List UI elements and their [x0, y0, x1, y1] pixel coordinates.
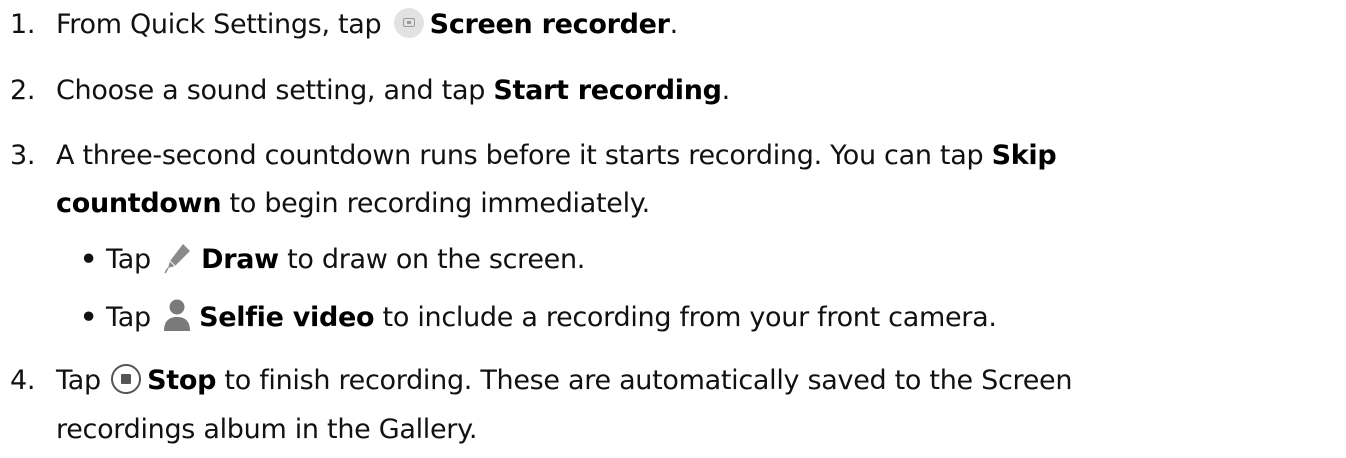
step-4-number: 4.	[10, 365, 36, 396]
step-2-text-after: .	[721, 75, 731, 106]
start-recording-label: Start recording	[493, 75, 722, 106]
bullet-selfie-after: to include a recording from your front c…	[374, 302, 997, 333]
pen-icon	[163, 241, 193, 275]
step-4-text-before: Tap	[56, 365, 110, 396]
step-3-number: 3.	[10, 140, 36, 171]
step-4-text-after: to finish recording. These are automatic…	[216, 365, 1073, 396]
step-3-text-after: to begin recording immediately.	[221, 188, 651, 219]
step-1-text: From Quick Settings, tap Screen recorder…	[56, 7, 678, 43]
bullet-marker: •	[80, 244, 97, 275]
skip-countdown-label-part-2: countdown	[56, 188, 222, 219]
step-1-number: 1.	[10, 9, 36, 40]
stop-icon	[111, 363, 142, 394]
bullet-draw-after: to draw on the screen.	[278, 244, 586, 275]
bullet-selfie-before: Tap	[106, 302, 160, 333]
skip-countdown-label-part-1: Skip	[991, 140, 1057, 171]
step-2-number: 2.	[10, 75, 36, 106]
step-2-text-before: Choose a sound setting, and tap	[56, 75, 494, 106]
person-icon	[163, 298, 191, 332]
step-3-text-before: A three-second countdown runs before it …	[56, 140, 992, 171]
step-3-text-line-2: countdown to begin recording immediately…	[56, 186, 650, 222]
selfie-video-label: Selfie video	[199, 302, 375, 333]
step-1-text-after: .	[669, 9, 679, 40]
stop-label: Stop	[147, 365, 217, 396]
step-4-text-line-1: Tap Stop to finish recording. These are …	[56, 363, 1072, 399]
draw-label: Draw	[201, 244, 279, 275]
screen-recorder-label: Screen recorder	[429, 9, 670, 40]
step-4-text-line-2: recordings album in the Gallery.	[56, 414, 478, 445]
screen-recorder-icon	[393, 7, 424, 38]
bullet-draw-before: Tap	[106, 244, 160, 275]
bullet-selfie-content: • Tap Selfie video to include a recording…	[80, 298, 997, 336]
step-1-text-before: From Quick Settings, tap	[56, 9, 390, 40]
step-3-text-line-1: A three-second countdown runs before it …	[56, 138, 1057, 174]
bullet-draw-content: • Tap Draw to draw on the screen.	[80, 242, 585, 278]
step-2-text: Choose a sound setting, and tap Start re…	[56, 73, 730, 109]
bullet-marker: •	[80, 302, 97, 333]
